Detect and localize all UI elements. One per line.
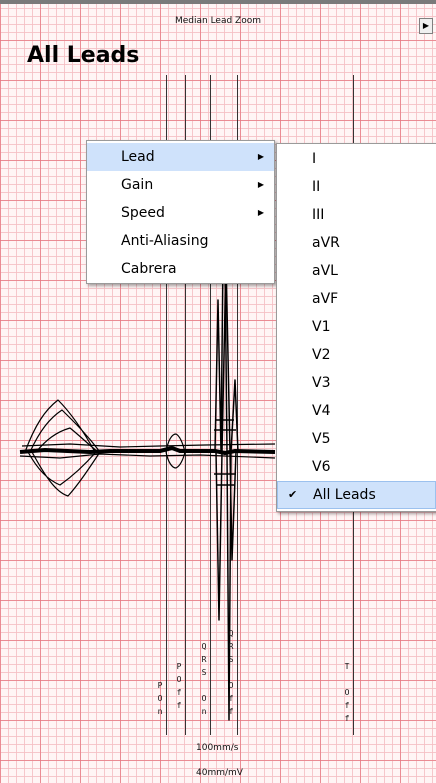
lead-item-label: aVR xyxy=(312,235,340,251)
t-wave-lobes xyxy=(24,399,101,497)
marker-label-qrs-on: Q R S O n xyxy=(201,642,207,716)
submenu-arrow-icon: ▶ xyxy=(257,180,264,189)
lead-item-v5[interactable]: V5 xyxy=(277,425,436,453)
baseline-trace xyxy=(19,446,276,455)
menu-item-cabrera[interactable]: Cabrera xyxy=(87,255,274,283)
checkmark-icon: ✔ xyxy=(288,488,298,501)
menu-item-label: Gain xyxy=(121,177,154,193)
menu-item-label: Cabrera xyxy=(121,261,177,277)
lead-item-ii[interactable]: II xyxy=(277,173,436,201)
menu-item-label: Lead xyxy=(121,149,155,165)
lead-item-avf[interactable]: aVF xyxy=(277,285,436,313)
lead-item-v6[interactable]: V6 xyxy=(277,453,436,481)
lead-item-label: V6 xyxy=(312,459,331,475)
gain-scale-label: 40mm/mV xyxy=(196,768,243,778)
marker-label-p-on: P O n xyxy=(157,681,163,716)
lead-item-v4[interactable]: V4 xyxy=(277,397,436,425)
lead-item-label: I xyxy=(312,151,317,167)
menu-item-speed[interactable]: Speed ▶ xyxy=(87,199,274,227)
lead-item-label: II xyxy=(312,179,321,195)
menu-item-anti-aliasing[interactable]: Anti-Aliasing xyxy=(87,227,274,255)
menu-item-lead[interactable]: Lead ▶ xyxy=(87,143,274,171)
lead-item-iii[interactable]: III xyxy=(277,201,436,229)
lead-item-label: V2 xyxy=(312,347,331,363)
menu-item-label: Anti-Aliasing xyxy=(121,233,209,249)
speed-scale-label: 100mm/s xyxy=(196,743,239,753)
submenu-arrow-icon: ▶ xyxy=(257,152,264,161)
marker-label-p-off: P O f f xyxy=(176,662,182,710)
lead-item-v1[interactable]: V1 xyxy=(277,313,436,341)
submenu-arrow-icon: ▶ xyxy=(257,208,264,217)
marker-label-t-off: T O f f xyxy=(344,662,350,723)
median-lead-zoom-window: Median Lead Zoom ▶ All Leads P O n P O f… xyxy=(0,0,436,783)
lead-item-label: III xyxy=(312,207,325,223)
lead-item-label: V4 xyxy=(312,403,331,419)
context-menu: Lead ▶ Gain ▶ Speed ▶ Anti-Aliasing Cabr… xyxy=(86,140,275,284)
lead-item-label: V1 xyxy=(312,319,331,335)
lead-item-label: V5 xyxy=(312,431,331,447)
lead-item-avl[interactable]: aVL xyxy=(277,257,436,285)
lead-item-label: aVF xyxy=(312,291,339,307)
menu-item-gain[interactable]: Gain ▶ xyxy=(87,171,274,199)
lead-item-all-leads[interactable]: ✔ All Leads xyxy=(277,481,436,509)
lead-item-v2[interactable]: V2 xyxy=(277,341,436,369)
baseline-trace-2 xyxy=(19,453,276,459)
lead-item-v3[interactable]: V3 xyxy=(277,369,436,397)
lead-item-label: V3 xyxy=(312,375,331,391)
lead-item-avr[interactable]: aVR xyxy=(277,229,436,257)
lead-item-i[interactable]: I xyxy=(277,145,436,173)
marker-label-qrs-off: Q R S O f f xyxy=(228,629,234,716)
menu-item-label: Speed xyxy=(121,205,165,221)
lead-item-label: All Leads xyxy=(313,487,376,503)
lead-item-label: aVL xyxy=(312,263,338,279)
lead-submenu: I II III aVR aVL aVF V1 V2 V3 V4 V5 V6 ✔… xyxy=(276,143,436,512)
